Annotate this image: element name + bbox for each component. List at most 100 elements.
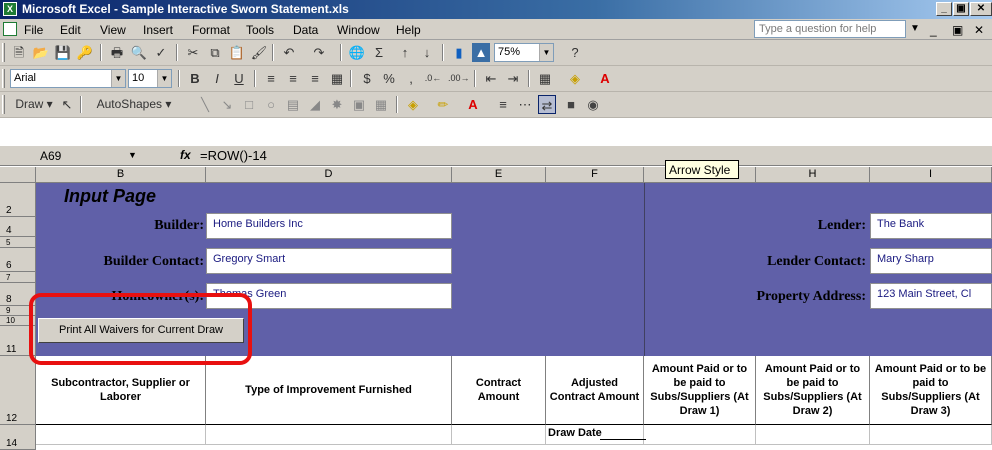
cell-b14[interactable] (36, 425, 206, 445)
decrease-indent-icon[interactable]: ⇤ (482, 69, 500, 88)
autosum-icon[interactable]: Σ (370, 43, 388, 62)
select-objects-icon[interactable]: ↖ (58, 95, 76, 114)
align-left-icon[interactable]: ≡ (262, 69, 280, 88)
font-select[interactable]: Arial ▼ (10, 69, 126, 88)
row-header[interactable]: 7 (0, 272, 36, 283)
print-preview-icon[interactable]: 🔍 (130, 43, 148, 62)
chart-wizard-icon[interactable]: ▮ (450, 43, 468, 62)
borders-icon[interactable]: ▦ (536, 69, 554, 88)
comma-icon[interactable]: , (402, 69, 420, 88)
align-center-icon[interactable]: ≡ (284, 69, 302, 88)
increase-indent-icon[interactable]: ⇥ (504, 69, 522, 88)
row-header[interactable]: 6 (0, 248, 36, 272)
row-header[interactable]: 14 (0, 425, 36, 450)
decrease-decimal-icon[interactable]: .00→ (448, 69, 470, 88)
paste-icon[interactable]: 📋 (228, 43, 246, 62)
redo-icon[interactable]: ↷ (310, 43, 328, 62)
lender-contact-field[interactable]: Mary Sharp (870, 248, 992, 274)
picture-icon[interactable]: ▦ (372, 95, 390, 114)
underline-icon[interactable]: U (230, 69, 248, 88)
line-color-icon[interactable]: ✏ (434, 95, 452, 114)
cell-d14[interactable] (206, 425, 452, 445)
autoshapes-menu[interactable]: AutoShapes ▾ (88, 95, 180, 114)
name-box-dropdown-icon[interactable]: ▼ (128, 150, 137, 160)
undo-icon[interactable]: ↶ (280, 43, 298, 62)
help-dropdown-icon[interactable]: ▼ (910, 23, 920, 34)
restore-button[interactable]: ▣ (953, 2, 969, 16)
arrow-style-icon[interactable]: ⇄ (538, 95, 556, 114)
lender-field[interactable]: The Bank (870, 213, 992, 239)
column-header-h[interactable]: H (756, 167, 870, 183)
spelling-icon[interactable]: ✓ (152, 43, 170, 62)
permission-icon[interactable]: 🔑 (76, 43, 94, 62)
cell-i14[interactable] (870, 425, 992, 445)
fill-color-icon[interactable]: ◈ (404, 95, 422, 114)
column-header-e[interactable]: E (452, 167, 546, 183)
line-icon[interactable]: ╲ (196, 95, 214, 114)
row-header[interactable]: 5 (0, 237, 36, 248)
doc-restore-button[interactable]: ▣ (952, 23, 963, 37)
doc-close-button[interactable]: ✕ (974, 23, 984, 37)
menu-view[interactable]: View (100, 23, 126, 37)
italic-icon[interactable]: I (208, 69, 226, 88)
font-size-select[interactable]: 10 ▼ (128, 69, 172, 88)
diagram-icon[interactable]: ✸ (328, 95, 346, 114)
save-icon[interactable]: 💾 (54, 43, 72, 62)
shadow-style-icon[interactable]: ■ (562, 95, 580, 114)
oval-icon[interactable]: ○ (262, 95, 280, 114)
increase-decimal-icon[interactable]: .0← (424, 69, 442, 88)
sort-ascending-icon[interactable]: ↑ (396, 43, 414, 62)
cell-g14[interactable] (644, 425, 756, 445)
name-box[interactable]: A69 (10, 147, 130, 165)
line-style-icon[interactable]: ≡ (494, 95, 512, 114)
dash-style-icon[interactable]: ⋯ (516, 95, 534, 114)
arrow-icon[interactable]: ↘ (218, 95, 236, 114)
menu-tools[interactable]: Tools (246, 23, 274, 37)
cut-icon[interactable]: ✂ (184, 43, 202, 62)
percent-icon[interactable]: % (380, 69, 398, 88)
currency-icon[interactable]: $ (358, 69, 376, 88)
text-box-icon[interactable]: ▤ (284, 95, 302, 114)
cell-h14[interactable] (756, 425, 870, 445)
rectangle-icon[interactable]: □ (240, 95, 258, 114)
draw-menu[interactable]: Draw ▾ (14, 95, 54, 114)
help-icon[interactable]: ? (566, 43, 584, 62)
print-icon[interactable]: 🖶 (108, 43, 126, 62)
cell-e14[interactable] (452, 425, 546, 445)
builder-contact-field[interactable]: Gregory Smart (206, 248, 452, 274)
menu-insert[interactable]: Insert (143, 23, 173, 37)
menu-window[interactable]: Window (337, 23, 380, 37)
merge-center-icon[interactable]: ▦ (328, 69, 346, 88)
row-header[interactable]: 2 (0, 183, 36, 217)
menu-help[interactable]: Help (396, 23, 421, 37)
doc-minimize-button[interactable]: _ (930, 23, 937, 37)
menu-edit[interactable]: Edit (60, 23, 81, 37)
formula-input[interactable]: =ROW()-14 (200, 148, 267, 163)
row-header[interactable]: 4 (0, 217, 36, 237)
3d-style-icon[interactable]: ◉ (584, 95, 602, 114)
hyperlink-icon[interactable]: 🌐 (348, 43, 366, 62)
builder-field[interactable]: Home Builders Inc (206, 213, 452, 239)
close-button[interactable]: ✕ (970, 2, 992, 16)
column-header-b[interactable]: B (36, 167, 206, 183)
menu-file[interactable]: File (24, 23, 43, 37)
font-color-icon[interactable]: A (464, 95, 482, 114)
cell-f14[interactable]: Draw Date (546, 425, 644, 445)
menu-data[interactable]: Data (293, 23, 318, 37)
property-address-field[interactable]: 123 Main Street, Cl (870, 283, 992, 309)
workbook-icon[interactable] (3, 22, 17, 36)
sort-descending-icon[interactable]: ↓ (418, 43, 436, 62)
menu-format[interactable]: Format (192, 23, 230, 37)
clipart-icon[interactable]: ▣ (350, 95, 368, 114)
row-header[interactable]: 12 (0, 356, 36, 425)
zoom-select[interactable]: 75% ▼ (494, 43, 554, 62)
help-search-input[interactable]: Type a question for help (754, 20, 906, 38)
insert-function-icon[interactable]: fx (180, 148, 191, 162)
column-header-f[interactable]: F (546, 167, 644, 183)
column-header-d[interactable]: D (206, 167, 452, 183)
fill-color-icon[interactable]: ◈ (566, 69, 584, 88)
bold-icon[interactable]: B (186, 69, 204, 88)
copy-icon[interactable]: ⧉ (206, 43, 224, 62)
font-color-icon[interactable]: A (596, 69, 614, 88)
column-header-i[interactable]: I (870, 167, 992, 183)
